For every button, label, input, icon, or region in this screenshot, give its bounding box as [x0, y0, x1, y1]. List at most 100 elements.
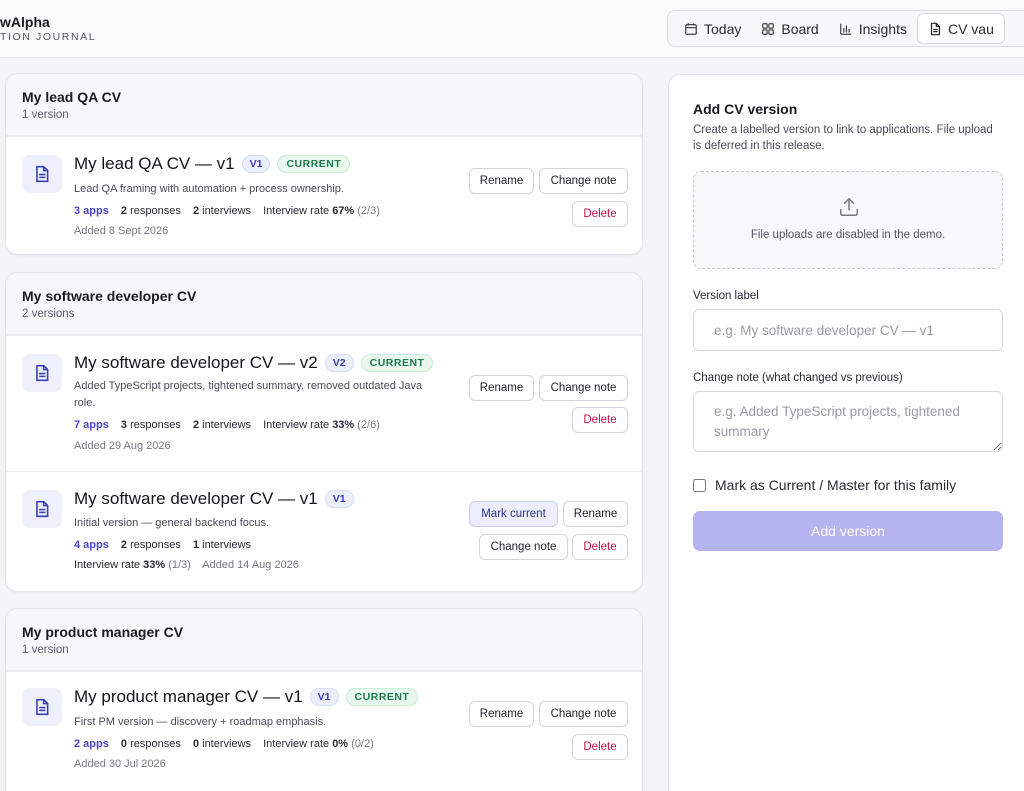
interviews-label: interviews — [202, 205, 252, 217]
apps-link[interactable]: 2 apps — [74, 738, 109, 750]
cv-family-version-count: 1 version — [22, 109, 69, 121]
panel-description: Create a labelled version to link to app… — [693, 124, 993, 152]
cv-version-row: My software developer CV — v2 V2 CURRENT… — [6, 335, 642, 471]
change-note-input[interactable] — [693, 391, 1003, 452]
cv-version-name: My software developer CV — v2 — [74, 353, 318, 372]
cv-version-stats: 7 apps 3 responses 2 interviews Intervie… — [74, 419, 380, 431]
cv-version-stats: 2 apps 0 responses 0 interviews Intervie… — [74, 738, 374, 750]
nav-tab-board-label: Board — [781, 20, 819, 37]
document-icon — [22, 490, 62, 528]
version-badge: V1 — [324, 490, 354, 508]
interview-rate-label: Interview rate — [263, 205, 330, 217]
rename-button[interactable]: Rename — [469, 375, 534, 401]
change-note-label: Change note (what changed vs previous) — [693, 372, 903, 384]
interview-rate-detail: (1/3) — [168, 559, 191, 571]
cv-family-card: My lead QA CV 1 version My lead QA CV — … — [5, 73, 643, 255]
responses-count: 2 — [120, 539, 128, 551]
mark-current-row[interactable]: Mark as Current / Master for this family — [693, 477, 956, 493]
cv-version-note: First PM version — discovery + roadmap e… — [74, 716, 327, 728]
interviews-label: interviews — [202, 539, 252, 551]
nav-tab-cv-vault-label: CV vau — [947, 20, 994, 37]
cv-version-title: My software developer CV — v2 V2 CURRENT — [74, 353, 434, 373]
current-badge: CURRENT — [360, 354, 434, 372]
interview-rate-label: Interview rate — [263, 419, 330, 431]
cv-version-title: My lead QA CV — v1 V1 CURRENT — [74, 154, 351, 174]
interview-rate-value: 33% — [143, 559, 166, 571]
current-badge: CURRENT — [345, 688, 419, 706]
rename-button[interactable]: Rename — [469, 168, 534, 194]
apps-link[interactable]: 7 apps — [74, 419, 109, 431]
version-label-label: Version label — [693, 290, 759, 302]
nav-tab-today-label: Today — [704, 20, 742, 37]
cv-version-name: My software developer CV — v1 — [74, 489, 318, 508]
responses-label: responses — [130, 539, 181, 551]
nav-tab-insights-label: Insights — [858, 20, 907, 37]
mark-current-checkbox[interactable] — [693, 478, 706, 492]
change-note-button[interactable]: Change note — [479, 534, 568, 560]
version-badge: V1 — [241, 155, 271, 173]
nav-tab-cv-vault[interactable]: CV vau — [916, 13, 1005, 44]
change-note-button[interactable]: Change note — [539, 701, 628, 727]
document-icon — [22, 354, 62, 392]
cv-family-title: My software developer CV — [22, 288, 197, 304]
rename-button[interactable]: Rename — [563, 501, 628, 527]
interviews-count: 0 — [192, 738, 200, 750]
responses-count: 3 — [120, 419, 128, 431]
cv-family-header: My software developer CV 2 versions — [6, 273, 642, 335]
interview-rate-label: Interview rate — [74, 559, 141, 571]
interview-rate-value: 0% — [332, 738, 349, 750]
apps-link[interactable]: 3 apps — [74, 205, 109, 217]
nav-tab-insights[interactable]: Insights — [829, 13, 917, 44]
responses-count: 2 — [120, 205, 128, 217]
add-version-button[interactable]: Add version — [693, 511, 1003, 551]
bar-chart-icon — [839, 23, 851, 35]
main-nav: Today Board Insights CV vau — [667, 10, 1024, 47]
document-icon — [22, 155, 62, 193]
interview-rate-detail: (2/6) — [357, 419, 380, 431]
responses-label: responses — [130, 419, 181, 431]
interview-rate-value: 33% — [332, 419, 355, 431]
change-note-button[interactable]: Change note — [539, 375, 628, 401]
cv-version-title: My software developer CV — v1 V1 — [74, 489, 354, 509]
change-note-button[interactable]: Change note — [539, 168, 628, 194]
upload-icon — [840, 198, 858, 216]
interview-rate-value: 67% — [332, 205, 355, 217]
cv-version-added-date: Added 14 Aug 2026 — [202, 559, 299, 571]
version-label-input[interactable] — [693, 309, 1003, 351]
cv-version-stats: 3 apps 2 responses 2 interviews Intervie… — [74, 205, 380, 217]
calendar-icon — [685, 22, 697, 35]
cv-family-version-count: 1 version — [22, 644, 69, 656]
cv-version-stats: 4 apps 2 responses 1 interviews — [74, 539, 251, 551]
delete-button[interactable]: Delete — [572, 201, 628, 227]
cv-family-header: My product manager CV 1 version — [6, 609, 642, 671]
delete-button[interactable]: Delete — [572, 407, 628, 433]
cv-family-header: My lead QA CV 1 version — [6, 74, 642, 136]
document-icon — [22, 688, 62, 726]
delete-button[interactable]: Delete — [572, 534, 628, 560]
cv-version-added-date: Added 8 Sept 2026 — [74, 225, 169, 237]
cv-family-card: My software developer CV 2 versions My s… — [5, 272, 643, 592]
mark-current-button[interactable]: Mark current — [469, 501, 558, 527]
cv-family-version-count: 2 versions — [22, 308, 75, 320]
cv-version-added-date: Added 29 Aug 2026 — [74, 440, 171, 452]
document-icon — [930, 22, 940, 35]
interview-rate-detail: (0/2) — [351, 738, 374, 750]
nav-tab-board[interactable]: Board — [751, 13, 828, 44]
rename-button[interactable]: Rename — [469, 701, 534, 727]
cv-version-row: My software developer CV — v1 V1 Initial… — [6, 471, 642, 591]
cv-version-row: My product manager CV — v1 V1 CURRENT Fi… — [6, 671, 642, 791]
responses-count: 0 — [120, 738, 128, 750]
apps-link[interactable]: 4 apps — [74, 539, 109, 551]
responses-label: responses — [130, 738, 181, 750]
file-dropzone[interactable]: File uploads are disabled in the demo. — [693, 171, 1003, 269]
brand-subtitle: TION JOURNAL — [0, 31, 97, 43]
cv-version-note: Initial version — general backend focus. — [74, 517, 270, 529]
interviews-count: 2 — [192, 419, 200, 431]
responses-label: responses — [130, 205, 181, 217]
cv-version-title: My product manager CV — v1 V1 CURRENT — [74, 687, 419, 707]
grid-icon — [762, 22, 775, 35]
brand-title: wAlpha — [0, 14, 50, 30]
nav-tab-today[interactable]: Today — [674, 13, 751, 44]
current-badge: CURRENT — [277, 155, 351, 173]
delete-button[interactable]: Delete — [572, 734, 628, 760]
